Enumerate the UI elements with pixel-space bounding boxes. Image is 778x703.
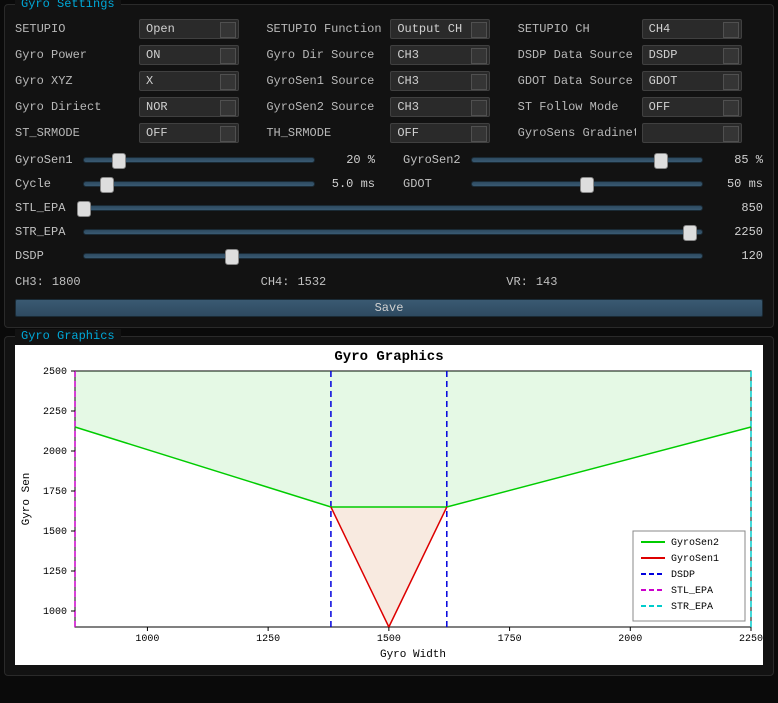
xyz-label: Gyro XYZ (15, 74, 133, 88)
svg-text:GyroSen1: GyroSen1 (671, 554, 719, 565)
svg-text:1750: 1750 (498, 634, 522, 645)
ch4-label: CH4: (261, 275, 290, 289)
str-epa-value: 2250 (713, 225, 763, 239)
stl-epa-slider[interactable] (83, 205, 703, 211)
svg-text:1250: 1250 (256, 634, 280, 645)
power-label: Gyro Power (15, 48, 133, 62)
gyro-settings-title: Gyro Settings (15, 0, 121, 11)
gdot-src-select[interactable]: GDOT (642, 71, 742, 91)
svg-text:2250: 2250 (43, 407, 67, 418)
setupio-fn-select[interactable]: Output CH (390, 19, 490, 39)
ch4-value: 1532 (297, 275, 326, 289)
stl-epa-label: STL_EPA (15, 201, 73, 215)
dsdp-src-label: DSDP Data Source (518, 48, 636, 62)
sen1-src-select[interactable]: CH3 (390, 71, 490, 91)
follow-select[interactable]: OFF (642, 97, 742, 117)
setupio-fn-label: SETUPIO Function (266, 22, 384, 36)
gyrosen1-slider[interactable] (83, 157, 315, 163)
gyrosen1-value: 20 % (325, 153, 375, 167)
svg-text:STL_EPA: STL_EPA (671, 586, 713, 597)
xyz-select[interactable]: X (139, 71, 239, 91)
follow-label: ST Follow Mode (518, 100, 636, 114)
gdot-slider[interactable] (471, 181, 703, 187)
sen1-src-label: GyroSen1 Source (266, 74, 384, 88)
gdot-label: GDOT (403, 177, 461, 191)
dsdp-value: 120 (713, 249, 763, 263)
setupio-ch-select[interactable]: CH4 (642, 19, 742, 39)
gyro-graphics-title: Gyro Graphics (15, 329, 121, 343)
svg-text:DSDP: DSDP (671, 570, 695, 581)
setupio-label: SETUPIO (15, 22, 133, 36)
str-epa-label: STR_EPA (15, 225, 73, 239)
st-sr-select[interactable]: OFF (139, 123, 239, 143)
chart-area: Gyro Graphics 10001250150017502000225010… (15, 345, 763, 665)
svg-text:Gyro Sen: Gyro Sen (21, 473, 33, 526)
th-sr-select[interactable]: OFF (390, 123, 490, 143)
svg-text:GyroSen2: GyroSen2 (671, 538, 719, 549)
svg-text:2250: 2250 (739, 634, 763, 645)
svg-text:1500: 1500 (43, 527, 67, 538)
svg-text:1000: 1000 (43, 607, 67, 618)
th-sr-label: TH_SRMODE (266, 126, 384, 140)
stl-epa-value: 850 (713, 201, 763, 215)
gdot-src-label: GDOT Data Source (518, 74, 636, 88)
chart-title: Gyro Graphics (15, 345, 763, 365)
gyrosen2-label: GyroSen2 (403, 153, 461, 167)
svg-text:1000: 1000 (135, 634, 159, 645)
ch3-value: 1800 (52, 275, 81, 289)
svg-text:1750: 1750 (43, 487, 67, 498)
vr-label: VR: (506, 275, 528, 289)
str-epa-slider[interactable] (83, 229, 703, 235)
svg-text:2000: 2000 (43, 447, 67, 458)
svg-text:2000: 2000 (618, 634, 642, 645)
svg-text:Gyro Width: Gyro Width (380, 649, 446, 661)
gyro-settings-panel: Gyro Settings SETUPIO Open SETUPIO Funct… (4, 4, 774, 328)
dir-src-label: Gyro Dir Source (266, 48, 384, 62)
svg-text:2500: 2500 (43, 367, 67, 378)
save-button[interactable]: Save (15, 299, 763, 317)
chart-svg: 1000 1250 1500 1750 2000 2250 1000 1250 1500 1750… (15, 365, 763, 661)
gyrosen2-slider[interactable] (471, 157, 703, 163)
svg-text:1250: 1250 (43, 567, 67, 578)
cycle-label: Cycle (15, 177, 73, 191)
setupio-ch-label: SETUPIO CH (518, 22, 636, 36)
dsdp-src-select[interactable]: DSDP (642, 45, 742, 65)
grad-label: GyroSens Gradinet (518, 126, 636, 140)
setupio-select[interactable]: Open (139, 19, 239, 39)
gyrosen2-value: 85 % (713, 153, 763, 167)
gyro-graphics-panel: Gyro Graphics Gyro Graphics 100012501500… (4, 336, 774, 676)
dir-src-select[interactable]: CH3 (390, 45, 490, 65)
st-sr-label: ST_SRMODE (15, 126, 133, 140)
sen2-src-select[interactable]: CH3 (390, 97, 490, 117)
direct-label: Gyro Diriect (15, 100, 133, 114)
vr-value: 143 (536, 275, 558, 289)
dsdp-slider[interactable] (83, 253, 703, 259)
gdot-value: 50 ms (713, 177, 763, 191)
svg-text:STR_EPA: STR_EPA (671, 602, 713, 613)
dsdp-label: DSDP (15, 249, 73, 263)
svg-text:1500: 1500 (377, 634, 401, 645)
cycle-value: 5.0 ms (325, 177, 375, 191)
power-select[interactable]: ON (139, 45, 239, 65)
direct-select[interactable]: NOR (139, 97, 239, 117)
cycle-slider[interactable] (83, 181, 315, 187)
sen2-src-label: GyroSen2 Source (266, 100, 384, 114)
ch3-label: CH3: (15, 275, 44, 289)
grad-select[interactable] (642, 123, 742, 143)
gyrosen1-label: GyroSen1 (15, 153, 73, 167)
